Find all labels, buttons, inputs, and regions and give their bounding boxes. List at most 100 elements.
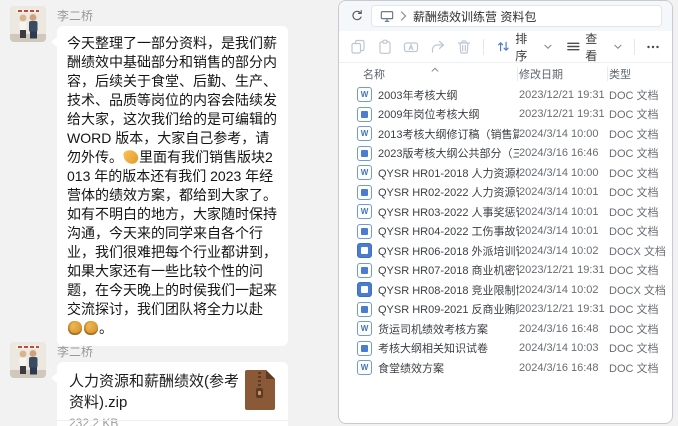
delete-button[interactable] [451, 34, 478, 60]
card-divider [57, 420, 288, 421]
file-name: QYSR HR06-2018 外派培训管理细则 -ok [378, 243, 519, 259]
file-date-modified: 2023/12/21 19:31 [519, 303, 609, 315]
file-date-modified: 2024/3/16 16:46 [519, 147, 609, 159]
chevron-down-icon [544, 44, 552, 50]
file-row[interactable]: 2009年岗位考核大纲 2023/12/21 19:31 DOC 文档 [339, 105, 672, 125]
chevron-right-icon [400, 11, 407, 21]
toolbar: 排序 查看 [339, 31, 672, 63]
sender-avatar[interactable] [10, 6, 46, 42]
file-date-modified: 2024/3/14 10:01 [519, 186, 609, 198]
file-name: QYSR HR04-2022 工伤事故管理细则- ok [378, 223, 519, 239]
column-divider[interactable] [517, 67, 518, 81]
file-row[interactable]: QYSR HR06-2018 外派培训管理细则 -ok 2024/3/14 10… [339, 241, 672, 261]
message-text-segment: 今天整理了一部分资料，是我们薪酬绩效中基础部分和销售的部分内容，后续关于食堂、后… [67, 35, 277, 165]
file-date-modified: 2023/12/21 19:31 [519, 264, 609, 276]
document-icon [357, 146, 372, 161]
file-name: 2013考核大纲修订稿（销售篇） [378, 126, 519, 142]
refresh-icon[interactable] [347, 6, 367, 26]
document-icon [357, 224, 372, 239]
file-date-modified: 2024/3/14 10:00 [519, 167, 609, 179]
avatar-photo [10, 6, 46, 42]
rename-button[interactable] [398, 34, 425, 60]
toolbar-divider [634, 39, 635, 55]
column-header-name[interactable]: 名称 [363, 66, 519, 82]
file-rows: 2003年考核大纲 2023/12/21 19:31 DOC 文档 2009年岗… [339, 85, 672, 378]
file-date-modified: 2024/3/14 10:02 [519, 284, 609, 296]
more-options-button[interactable] [640, 34, 667, 60]
zip-file-icon [245, 370, 275, 410]
fist-emoji [84, 321, 98, 335]
file-type: DOC 文档 [609, 106, 659, 122]
file-attachment-card[interactable]: 人力资源和薪酬绩效(参考资料).zip 232.2 KB [57, 362, 288, 426]
document-icon [357, 302, 372, 317]
file-date-modified: 2023/12/21 19:31 [519, 108, 609, 120]
view-button[interactable]: 查看 [559, 34, 629, 60]
file-name: 考核大纲相关知识试卷 [378, 340, 519, 356]
document-icon [357, 360, 372, 375]
breadcrumb[interactable]: 薪酬绩效训练营 资料包 [413, 8, 536, 25]
document-icon [357, 321, 372, 336]
document-icon [357, 243, 372, 258]
sender-avatar[interactable] [10, 342, 46, 378]
file-row[interactable]: 货运司机绩效考核方案 2024/3/16 16:48 DOC 文档 [339, 319, 672, 339]
file-type: DOCX 文档 [609, 282, 666, 298]
file-row[interactable]: QYSR HR09-2021 反商业贿赂管理细则 2023/12/21 19:3… [339, 300, 672, 320]
copy-button[interactable] [345, 34, 372, 60]
column-divider[interactable] [607, 67, 608, 81]
column-header-date[interactable]: 修改日期 [519, 66, 609, 82]
file-name: QYSR HR08-2018 竞业限制协议 [378, 282, 519, 298]
file-row[interactable]: QYSR HR07-2018 商业机密管理规范 2023/12/21 19:31… [339, 261, 672, 281]
file-row[interactable]: 2003年考核大纲 2023/12/21 19:31 DOC 文档 [339, 85, 672, 105]
file-name: 食堂绩效方案 [378, 360, 519, 376]
document-icon [357, 165, 372, 180]
document-icon [357, 341, 372, 356]
view-lines-icon [566, 39, 581, 54]
message-text-segment: 里面有我们销售版块2013 年的版本还有我们 2023 年经营体的绩效方案，都给… [67, 149, 277, 317]
file-row[interactable]: 2023版考核大纲公共部分（三项基础考... 2024/3/16 16:46 D… [339, 144, 672, 164]
file-row[interactable]: QYSR HR01-2018 人力资源标准 2024/3/14 10:00 DO… [339, 163, 672, 183]
avatar-photo [10, 342, 46, 378]
attachment-file-size: 232.2 KB [69, 416, 276, 426]
file-type: DOC 文档 [609, 87, 659, 103]
file-name: QYSR HR02-2022 人力资源管理规范 [378, 184, 519, 200]
file-list: 名称 修改日期 类型 2003年考核大纲 2023/12/21 19:31 DO… [339, 63, 672, 378]
screenshot-root: 李二桥 今天整理了一部分资料，是我们薪酬绩效中基础部分和销售的部分内容，后续关于… [0, 0, 678, 426]
sort-button[interactable]: 排序 [489, 34, 559, 60]
file-date-modified: 2024/3/14 10:03 [519, 342, 609, 354]
chat-panel: 李二桥 今天整理了一部分资料，是我们薪酬绩效中基础部分和销售的部分内容，后续关于… [0, 0, 338, 426]
file-name: 2023版考核大纲公共部分（三项基础考... [378, 145, 519, 161]
toolbar-divider [483, 39, 484, 55]
document-icon [357, 204, 372, 219]
file-type: DOC 文档 [609, 262, 659, 278]
file-row[interactable]: 食堂绩效方案 2024/3/16 16:48 DOC 文档 [339, 358, 672, 378]
address-bar[interactable]: 薪酬绩效训练营 资料包 [371, 5, 662, 27]
file-name: QYSR HR03-2022 人事奖惩管理细则-ok [378, 204, 519, 220]
address-bar-row: 薪酬绩效训练营 资料包 [339, 1, 672, 31]
message-bubble[interactable]: 今天整理了一部分资料，是我们薪酬绩效中基础部分和销售的部分内容，后续关于食堂、后… [57, 26, 288, 346]
file-name: QYSR HR01-2018 人力资源标准 [378, 165, 519, 181]
document-icon [357, 107, 372, 122]
chevron-down-icon [614, 44, 622, 50]
file-row[interactable]: QYSR HR08-2018 竞业限制协议 2024/3/14 10:02 DO… [339, 280, 672, 300]
file-type: DOC 文档 [609, 223, 659, 239]
fist-emoji [68, 321, 82, 335]
file-date-modified: 2023/12/21 19:31 [519, 89, 609, 101]
column-header-type[interactable]: 类型 [609, 66, 669, 82]
file-type: DOC 文档 [609, 204, 659, 220]
file-name: QYSR HR07-2018 商业机密管理规范 [378, 262, 519, 278]
file-row[interactable]: 考核大纲相关知识试卷 2024/3/14 10:03 DOC 文档 [339, 339, 672, 359]
share-button[interactable] [425, 34, 452, 60]
paste-button[interactable] [372, 34, 399, 60]
file-row[interactable]: QYSR HR02-2022 人力资源管理规范 2024/3/14 10:01 … [339, 183, 672, 203]
file-name: QYSR HR09-2021 反商业贿赂管理细则 [378, 301, 519, 317]
file-row[interactable]: 2013考核大纲修订稿（销售篇） 2024/3/14 10:00 DOC 文档 [339, 124, 672, 144]
ellipsis-icon [646, 40, 660, 54]
file-type: DOC 文档 [609, 360, 659, 376]
file-date-modified: 2024/3/14 10:02 [519, 245, 609, 257]
document-icon [357, 263, 372, 278]
view-label: 查看 [585, 30, 608, 64]
file-row[interactable]: QYSR HR04-2022 工伤事故管理细则- ok 2024/3/14 10… [339, 222, 672, 242]
file-type: DOC 文档 [609, 321, 659, 337]
file-type: DOC 文档 [609, 184, 659, 200]
file-row[interactable]: QYSR HR03-2022 人事奖惩管理细则-ok 2024/3/14 10:… [339, 202, 672, 222]
